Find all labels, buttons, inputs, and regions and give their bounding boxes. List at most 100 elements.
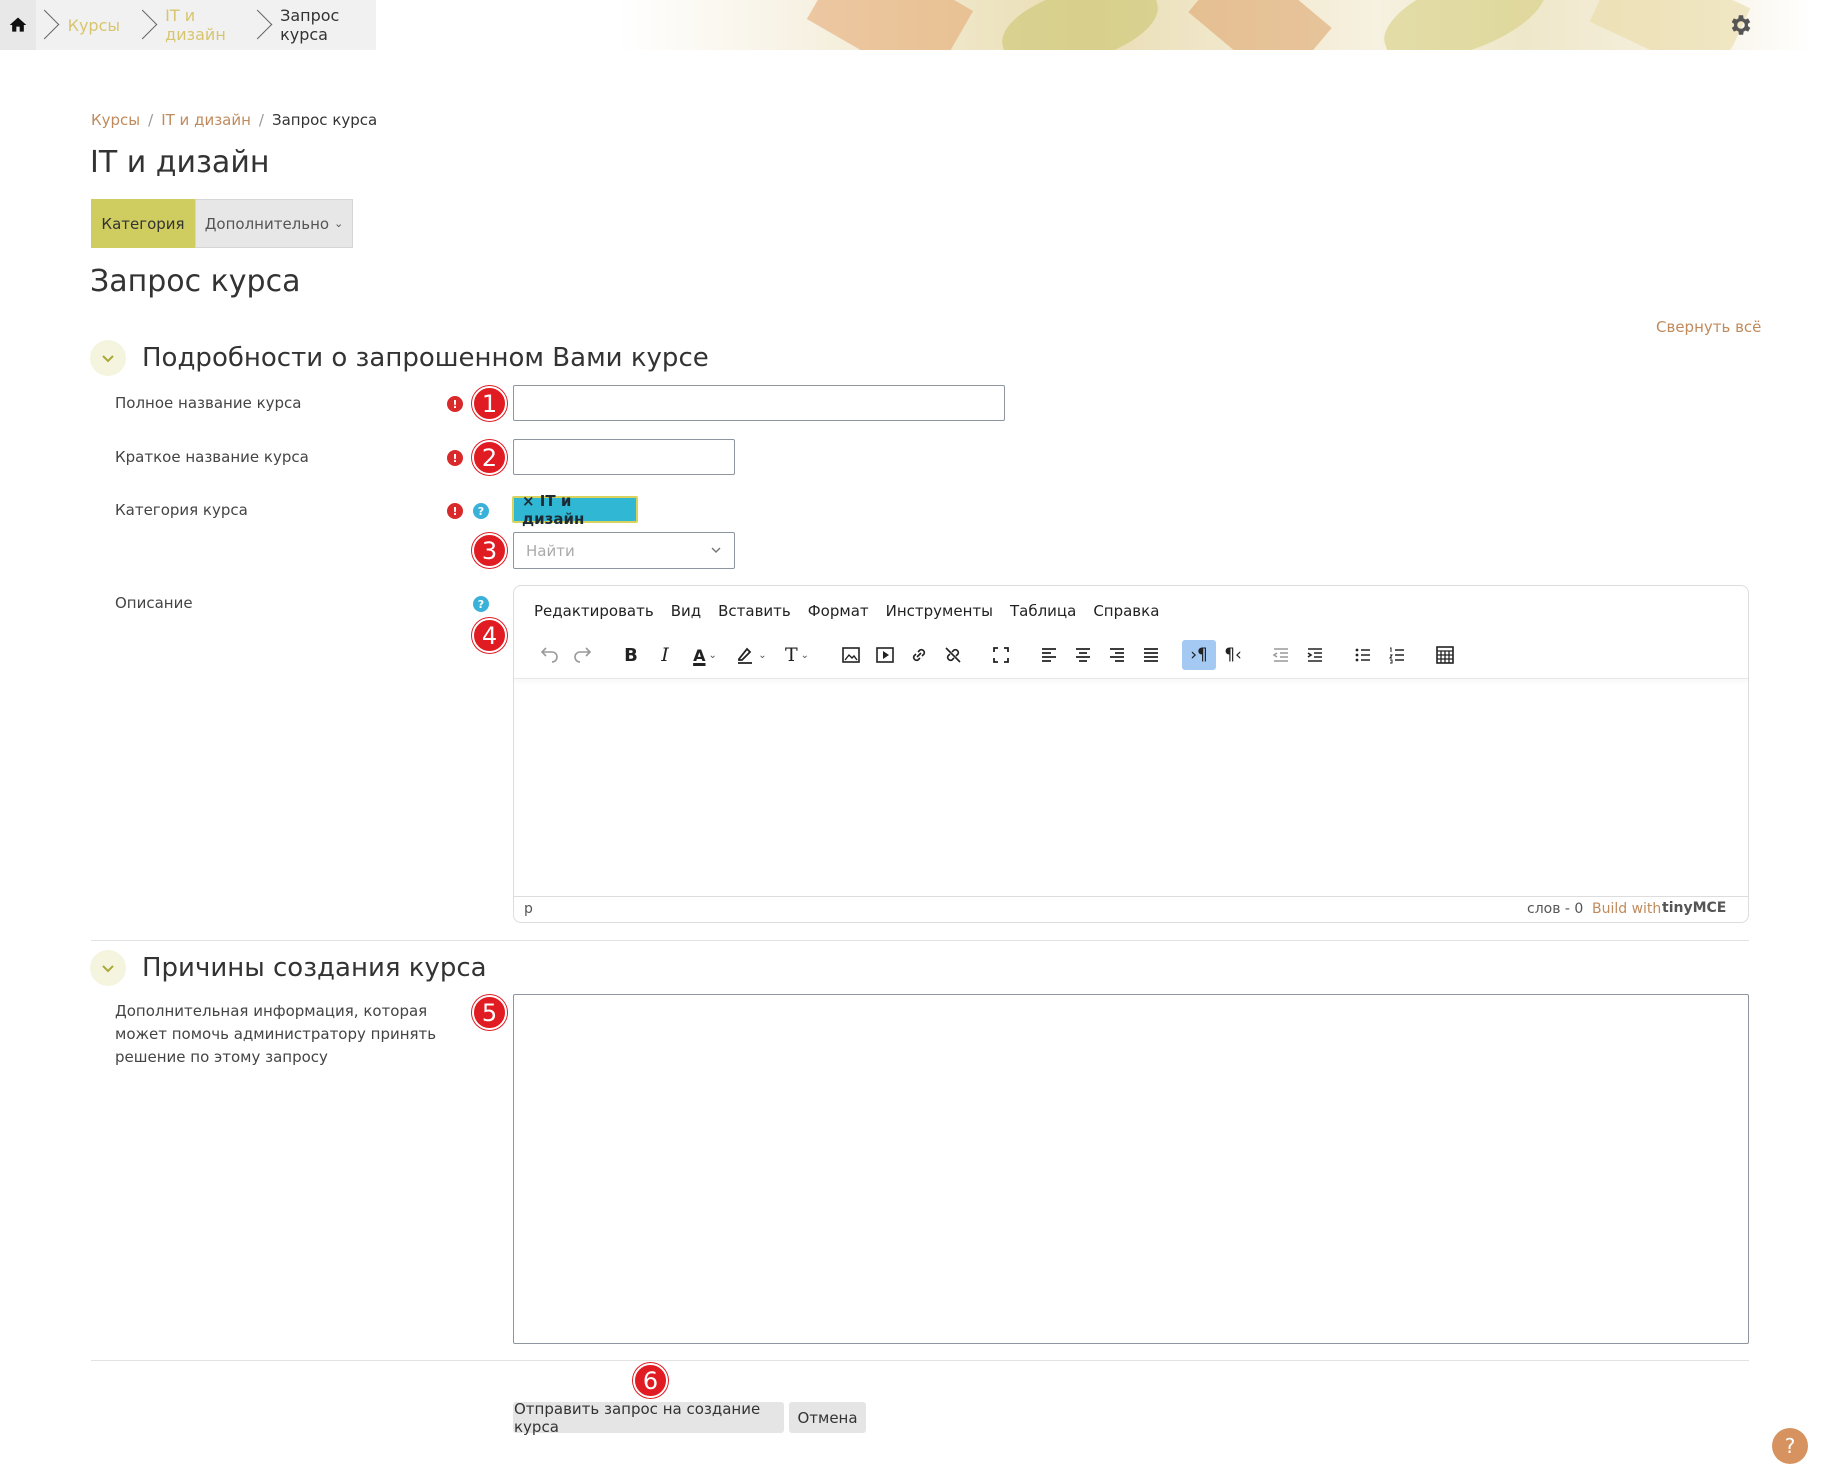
required-icon: !	[447, 396, 463, 412]
menu-format[interactable]: Формат	[808, 602, 869, 620]
align-right-icon	[1110, 648, 1124, 662]
align-center-button[interactable]	[1066, 640, 1100, 670]
text-color-button[interactable]: A ⌄	[682, 640, 728, 670]
collapse-all-link[interactable]: Свернуть всё	[1656, 318, 1761, 336]
numbered-list-button[interactable]	[1380, 640, 1414, 670]
equation-button[interactable]	[1428, 640, 1462, 670]
link-button[interactable]	[902, 640, 936, 670]
align-center-icon	[1076, 648, 1090, 662]
image-icon	[842, 647, 860, 663]
decor-leaf	[1188, 0, 1332, 50]
menu-tools[interactable]: Инструменты	[886, 602, 993, 620]
editor-element-path[interactable]: p	[524, 901, 533, 917]
tab-more[interactable]: Дополнительно ⌄	[195, 199, 353, 248]
fullname-input[interactable]	[513, 385, 1005, 421]
fullscreen-button[interactable]	[984, 640, 1018, 670]
top-crumb-category[interactable]: IT и дизайн	[147, 0, 249, 50]
reason-textarea[interactable]	[513, 994, 1749, 1344]
rtl-icon: ¶‹	[1224, 645, 1242, 665]
marker-1: 1	[472, 386, 507, 421]
menu-edit[interactable]: Редактировать	[534, 602, 654, 620]
chevron-down-icon[interactable]	[90, 340, 126, 376]
font-size-button[interactable]: T ⌄	[774, 640, 820, 670]
menu-view[interactable]: Вид	[671, 602, 701, 620]
align-left-icon	[1042, 648, 1056, 662]
gear-icon[interactable]	[1728, 12, 1754, 38]
tinymce-logo[interactable]: tinyMCE	[1662, 900, 1726, 916]
fullscreen-icon	[993, 647, 1009, 663]
chevron-down-icon: ⌄	[758, 649, 767, 661]
section-reasons-header[interactable]: Причины создания курса	[90, 950, 487, 986]
breadcrumb-category[interactable]: IT и дизайн	[161, 111, 251, 129]
cancel-button[interactable]: Отмена	[789, 1402, 866, 1433]
category-tag[interactable]: × IT и дизайн	[512, 492, 638, 528]
reason-label: Дополнительная информация, которая может…	[115, 1002, 437, 1066]
breadcrumb-current: Запрос курса	[271, 111, 378, 129]
align-right-button[interactable]	[1100, 640, 1134, 670]
category-title: IT и дизайн	[90, 145, 270, 180]
tab-category[interactable]: Категория	[91, 199, 195, 248]
home-icon	[9, 17, 27, 32]
ltr-button[interactable]: ›¶	[1182, 640, 1216, 670]
chevron-right-icon	[249, 0, 262, 50]
breadcrumb-courses[interactable]: Курсы	[91, 111, 140, 129]
section-details-header[interactable]: Подробности о запрошенном Вами курсе	[90, 340, 709, 376]
required-icon: !	[447, 503, 463, 519]
outdent-button[interactable]	[1264, 640, 1298, 670]
top-navbar: Курсы IT и дизайн Запрос курса	[0, 0, 1812, 50]
highlight-color-button[interactable]: ⌄	[728, 640, 774, 670]
help-icon[interactable]: ?	[473, 503, 489, 519]
category-search-placeholder: Найти	[526, 542, 575, 560]
align-left-button[interactable]	[1032, 640, 1066, 670]
required-icon: !	[447, 450, 463, 466]
page-title: Запрос курса	[90, 264, 301, 299]
undo-button[interactable]	[532, 640, 566, 670]
build-with-label[interactable]: Build with	[1592, 901, 1661, 917]
indent-icon	[1307, 648, 1322, 662]
media-button[interactable]	[868, 640, 902, 670]
unlink-button[interactable]	[936, 640, 970, 670]
chevron-right-icon	[134, 0, 147, 50]
redo-button[interactable]	[566, 640, 600, 670]
align-justify-button[interactable]	[1134, 640, 1168, 670]
rtl-button[interactable]: ¶‹	[1216, 640, 1250, 670]
top-breadcrumb: Курсы IT и дизайн Запрос курса	[0, 0, 376, 50]
text-color-icon: A	[693, 645, 706, 665]
image-button[interactable]	[834, 640, 868, 670]
section-divider	[91, 940, 1749, 941]
align-justify-icon	[1144, 648, 1158, 662]
italic-button[interactable]: I	[648, 640, 682, 670]
chevron-down-icon: ⌄	[800, 649, 810, 661]
marker-6: 6	[633, 1363, 668, 1398]
chevron-right-icon	[36, 0, 49, 50]
menu-table[interactable]: Таблица	[1010, 602, 1076, 620]
submit-request-button[interactable]: Отправить запрос на создание курса	[513, 1400, 784, 1436]
editor-menubar: Редактировать Вид Вставить Формат Инстру…	[534, 602, 1176, 620]
marker-5: 5	[472, 995, 507, 1030]
shortname-label: Краткое название курса	[115, 448, 309, 466]
unlink-icon	[945, 647, 961, 663]
description-editor[interactable]: Редактировать Вид Вставить Формат Инстру…	[513, 585, 1749, 923]
bullet-list-button[interactable]	[1346, 640, 1380, 670]
chevron-down-icon: ⌄	[334, 217, 344, 230]
menu-help[interactable]: Справка	[1093, 602, 1159, 620]
marker-4: 4	[472, 618, 507, 653]
menu-insert[interactable]: Вставить	[718, 602, 791, 620]
help-icon[interactable]: ?	[473, 596, 489, 612]
indent-button[interactable]	[1298, 640, 1332, 670]
chevron-down-icon[interactable]	[90, 950, 126, 986]
highlight-icon	[738, 647, 753, 664]
link-icon	[912, 648, 926, 662]
shortname-input[interactable]	[513, 439, 735, 475]
decor-leaf	[993, 0, 1167, 50]
editor-toolbar-divider	[514, 678, 1748, 679]
fullname-label: Полное название курса	[115, 394, 302, 412]
decor-leaf	[1373, 0, 1557, 50]
editor-toolbar: B I A ⌄ ⌄ T ⌄ ›¶ ¶‹	[532, 638, 1462, 672]
marker-2: 2	[472, 440, 507, 475]
top-crumb-courses[interactable]: Курсы	[50, 0, 134, 50]
category-search[interactable]: Найти	[513, 532, 735, 569]
help-fab[interactable]: ?	[1772, 1428, 1808, 1464]
bold-icon: B	[624, 644, 638, 666]
bold-button[interactable]: B	[614, 640, 648, 670]
